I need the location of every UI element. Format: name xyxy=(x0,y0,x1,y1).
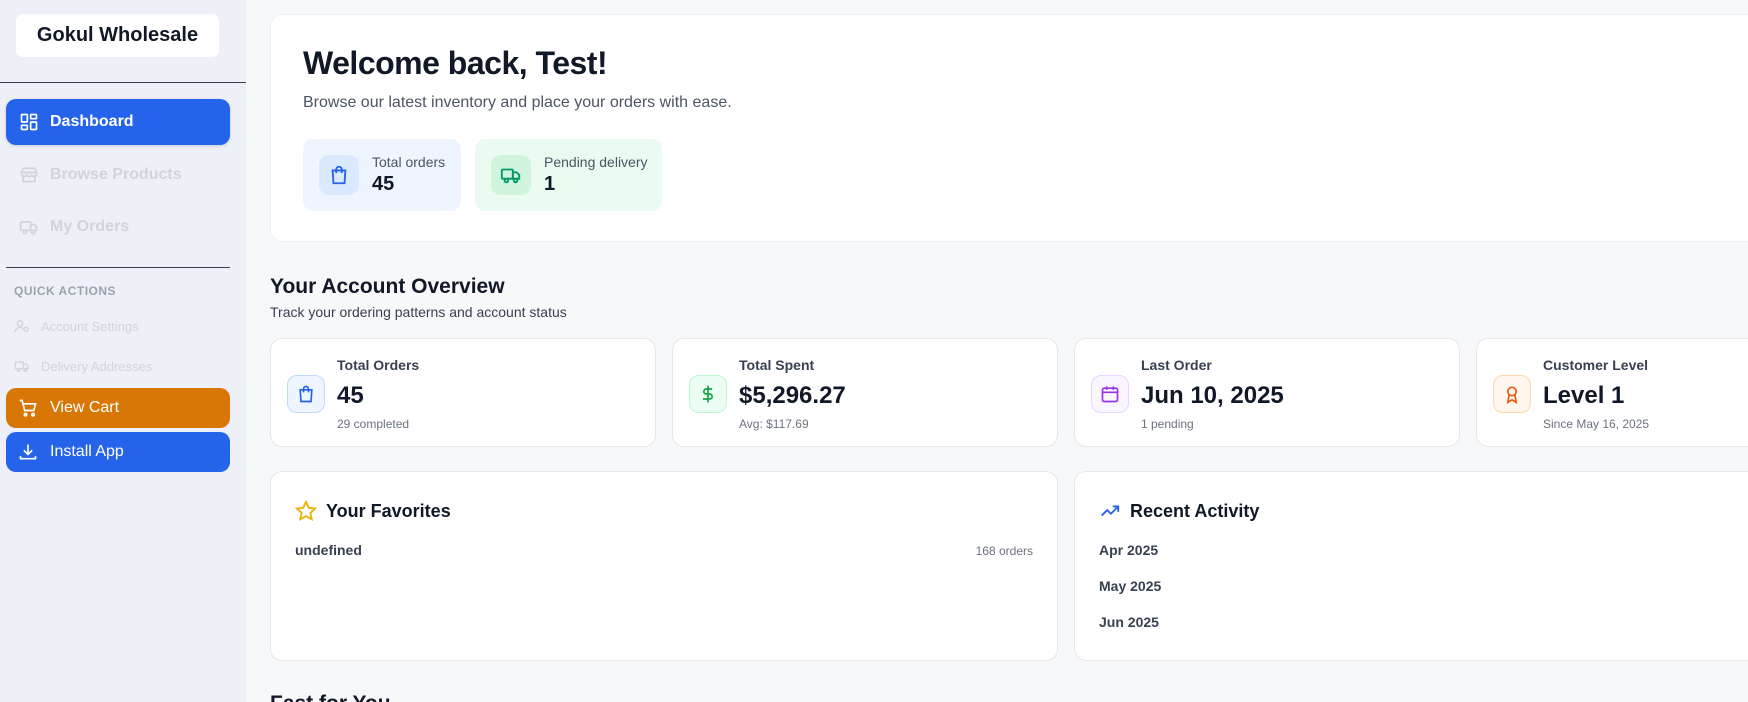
star-icon xyxy=(295,500,317,522)
stat-note: Since May 16, 2025 xyxy=(1543,417,1650,431)
calendar-icon xyxy=(1091,375,1129,413)
award-icon xyxy=(1493,375,1531,413)
quick-action-label: Account Settings xyxy=(41,318,139,334)
stat-note: 1 pending xyxy=(1141,417,1194,431)
user-settings-icon xyxy=(14,320,29,333)
activity-month: May 2025 xyxy=(1099,578,1162,594)
stat-value: $5,296.27 xyxy=(739,382,846,409)
sidebar-item-label: Browse Products xyxy=(50,166,182,183)
sidebar-item-label: Dashboard xyxy=(50,113,134,130)
view-cart-label: View Cart xyxy=(50,399,120,416)
pending-delivery-value: 1 xyxy=(544,173,556,195)
stat-card-total-spent: Total Spent $5,296.27 Avg: $117.69 xyxy=(672,338,1058,447)
recent-activity-header: Recent Activity xyxy=(1099,500,1259,522)
favorites-panel: Your Favorites undefined 168 orders xyxy=(270,471,1058,661)
stat-value: Jun 10, 2025 xyxy=(1141,382,1284,409)
stat-card-total-orders: Total Orders 45 29 completed xyxy=(270,338,656,447)
divider xyxy=(0,82,246,83)
install-app-label: Install App xyxy=(50,443,124,460)
recent-activity-panel: Recent Activity Apr 2025 May 2025 Jun 20… xyxy=(1074,471,1748,661)
welcome-title: Welcome back, Test! xyxy=(303,45,608,81)
shopping-bag-icon xyxy=(319,155,359,195)
stat-card-last-order: Last Order Jun 10, 2025 1 pending xyxy=(1074,338,1460,447)
truck-icon xyxy=(14,361,29,372)
next-section-title: Fast for You xyxy=(270,692,391,702)
overview-subtitle: Track your ordering patterns and account… xyxy=(270,304,567,320)
stat-note: 29 completed xyxy=(337,417,410,431)
cart-icon xyxy=(19,399,37,417)
install-app-button[interactable]: Install App xyxy=(6,432,230,472)
stat-label: Last Order xyxy=(1141,357,1212,373)
stat-value: Level 1 xyxy=(1543,382,1625,409)
total-orders-summary: Total orders 45 xyxy=(303,139,461,211)
shopping-bag-icon xyxy=(287,375,325,413)
truck-icon xyxy=(491,155,531,195)
stat-note: Avg: $117.69 xyxy=(739,417,809,431)
stat-label: Customer Level xyxy=(1543,357,1649,373)
activity-month: Jun 2025 xyxy=(1099,614,1159,630)
sidebar-item-browse-products[interactable]: Browse Products xyxy=(6,152,230,198)
favorite-item-count: 168 orders xyxy=(975,544,1033,558)
trending-up-icon xyxy=(1101,505,1120,517)
quick-action-label: Delivery Addresses xyxy=(41,358,153,374)
pending-delivery-label: Pending delivery xyxy=(544,154,648,170)
total-orders-value: 45 xyxy=(372,173,395,195)
pending-delivery-summary: Pending delivery 1 xyxy=(475,139,662,211)
divider xyxy=(6,267,230,268)
quick-action-account-settings[interactable]: Account Settings xyxy=(14,316,139,336)
quick-actions-title: QUICK ACTIONS xyxy=(14,284,117,298)
dollar-icon xyxy=(689,375,727,413)
sidebar: Gokul Wholesale Dashboard Browse Product… xyxy=(0,0,246,702)
recent-activity-title: Recent Activity xyxy=(1130,500,1260,521)
favorites-title: Your Favorites xyxy=(326,500,451,521)
stat-label: Total Orders xyxy=(337,357,420,373)
sidebar-item-dashboard[interactable]: Dashboard xyxy=(6,99,230,145)
download-icon xyxy=(19,444,37,460)
welcome-subtitle: Browse our latest inventory and place yo… xyxy=(303,94,732,111)
welcome-card: Welcome back, Test! Browse our latest in… xyxy=(270,14,1748,242)
activity-month: Apr 2025 xyxy=(1099,542,1159,558)
stat-label: Total Spent xyxy=(739,357,815,373)
view-cart-button[interactable]: View Cart xyxy=(6,388,230,428)
stat-card-customer-level: Customer Level Level 1 Since May 16, 202… xyxy=(1476,338,1748,447)
store-icon xyxy=(20,167,38,183)
quick-action-delivery-addresses[interactable]: Delivery Addresses xyxy=(14,356,152,376)
brand-logo[interactable]: Gokul Wholesale xyxy=(16,14,219,57)
truck-icon xyxy=(19,221,38,235)
favorite-item-name[interactable]: undefined xyxy=(295,542,362,558)
sidebar-item-my-orders[interactable]: My Orders xyxy=(6,204,230,250)
dashboard-icon xyxy=(20,113,38,131)
stat-value: 45 xyxy=(337,382,364,409)
favorites-header: Your Favorites xyxy=(295,500,451,522)
overview-title: Your Account Overview xyxy=(270,275,505,298)
sidebar-item-label: My Orders xyxy=(50,218,130,235)
total-orders-label: Total orders xyxy=(372,154,446,170)
